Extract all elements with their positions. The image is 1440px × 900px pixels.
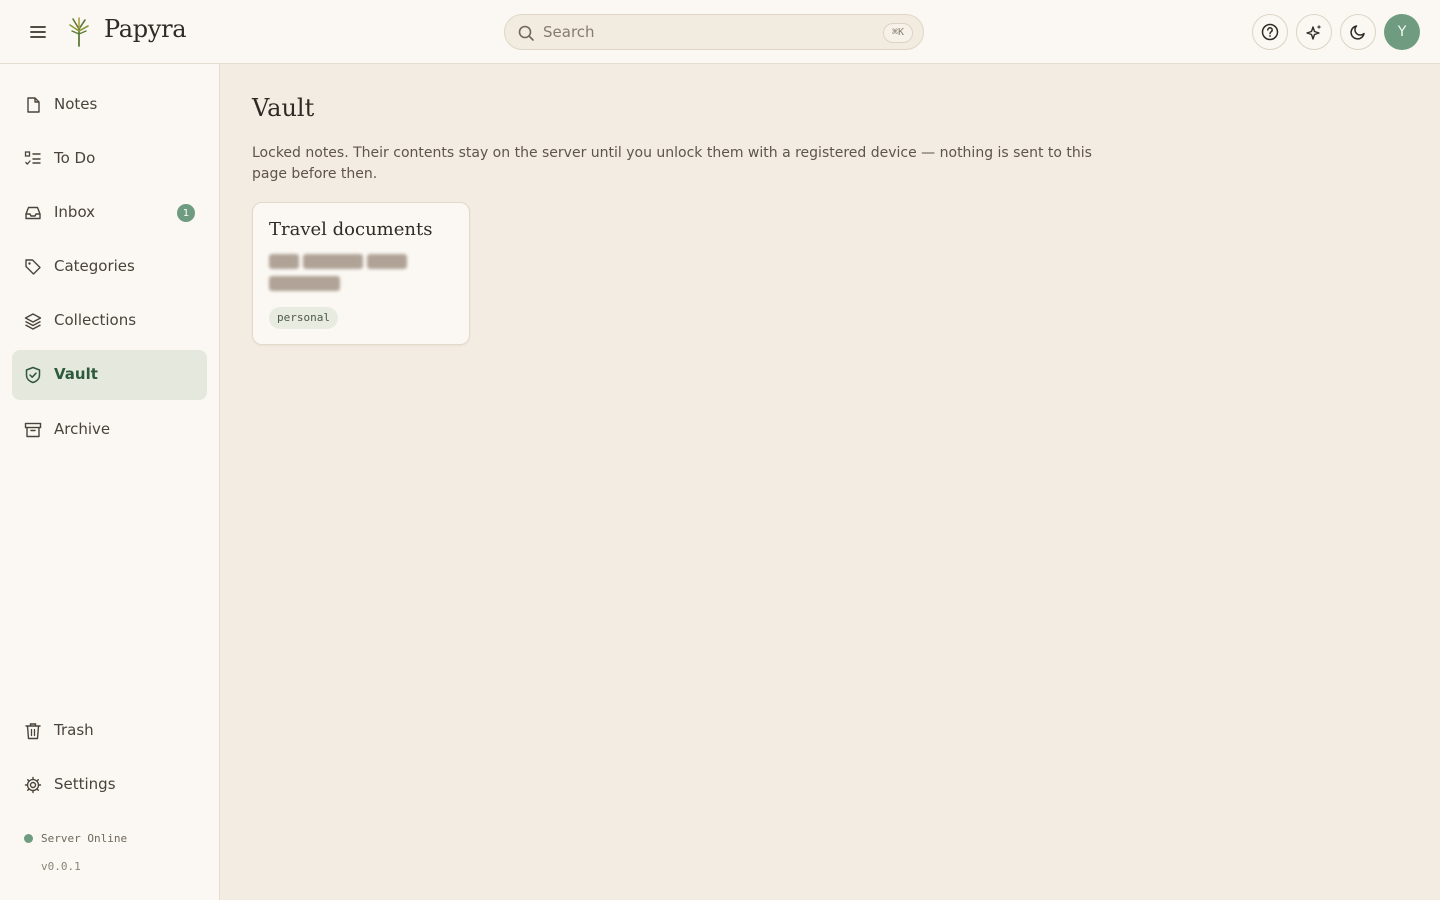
sidebar-item-collections[interactable]: Collections — [12, 296, 207, 346]
sidebar-item-label: Archive — [54, 420, 111, 438]
inbox-icon — [25, 206, 41, 220]
sidebar-item-vault[interactable]: Vault — [12, 350, 207, 400]
papyrus-logo-icon — [69, 17, 89, 47]
checklist-icon — [24, 151, 41, 165]
sidebar-item-archive[interactable]: Archive — [12, 405, 207, 455]
sidebar: Notes To Do Inbox 1 Categories Collectio… — [0, 64, 220, 900]
help-button[interactable] — [1252, 14, 1288, 50]
redacted-content — [269, 276, 340, 291]
trash-icon — [25, 723, 41, 740]
sidebar-item-todo[interactable]: To Do — [12, 134, 207, 184]
app-version: v0.0.1 — [41, 860, 81, 873]
search-bar[interactable]: ⌘K — [504, 14, 924, 50]
sidebar-item-label: Trash — [54, 721, 94, 739]
tag-icon — [25, 259, 41, 275]
sidebar-item-settings[interactable]: Settings — [12, 760, 207, 810]
sidebar-item-categories[interactable]: Categories — [12, 242, 207, 292]
server-status-dot — [24, 834, 33, 843]
server-status-text: Server Online — [41, 832, 128, 845]
redacted-content — [303, 254, 363, 269]
user-avatar[interactable]: Y — [1384, 14, 1420, 50]
ai-assistant-button[interactable] — [1296, 14, 1332, 50]
note-tag[interactable]: personal — [269, 307, 338, 329]
redacted-content — [367, 254, 407, 269]
sidebar-item-label: Settings — [54, 775, 116, 793]
sidebar-item-label: Notes — [54, 95, 98, 113]
gear-icon — [24, 776, 42, 794]
layers-icon — [24, 313, 42, 330]
sparkles-icon — [1306, 24, 1322, 40]
search-input[interactable] — [543, 21, 863, 43]
locked-note-card[interactable]: Travel documents personal — [252, 202, 470, 345]
inbox-count-badge: 1 — [177, 204, 195, 222]
sidebar-item-inbox[interactable]: Inbox 1 — [12, 188, 207, 238]
redacted-content — [269, 254, 299, 269]
shield-check-icon — [25, 366, 41, 384]
page-title: Vault — [252, 94, 315, 122]
help-icon — [1261, 23, 1279, 41]
sidebar-item-trash[interactable]: Trash — [12, 706, 207, 756]
sidebar-item-label: Categories — [54, 257, 135, 275]
sidebar-item-label: Collections — [54, 311, 137, 329]
archive-icon — [24, 422, 42, 438]
sidebar-item-notes[interactable]: Notes — [12, 80, 207, 130]
search-icon — [518, 25, 534, 41]
search-shortcut-badge: ⌘K — [882, 23, 913, 43]
app-title: Papyra — [104, 15, 187, 43]
theme-toggle-button[interactable] — [1340, 14, 1376, 50]
sidebar-item-label: To Do — [54, 149, 96, 167]
sidebar-item-label: Inbox — [54, 203, 96, 221]
page-description: Locked notes. Their contents stay on the… — [252, 145, 1092, 182]
menu-icon[interactable] — [26, 20, 50, 44]
moon-icon — [1350, 25, 1365, 40]
note-title: Travel documents — [269, 219, 433, 240]
file-icon — [27, 97, 40, 113]
sidebar-item-label: Vault — [54, 365, 98, 383]
top-bar: Papyra ⌘K Y — [0, 0, 1440, 64]
